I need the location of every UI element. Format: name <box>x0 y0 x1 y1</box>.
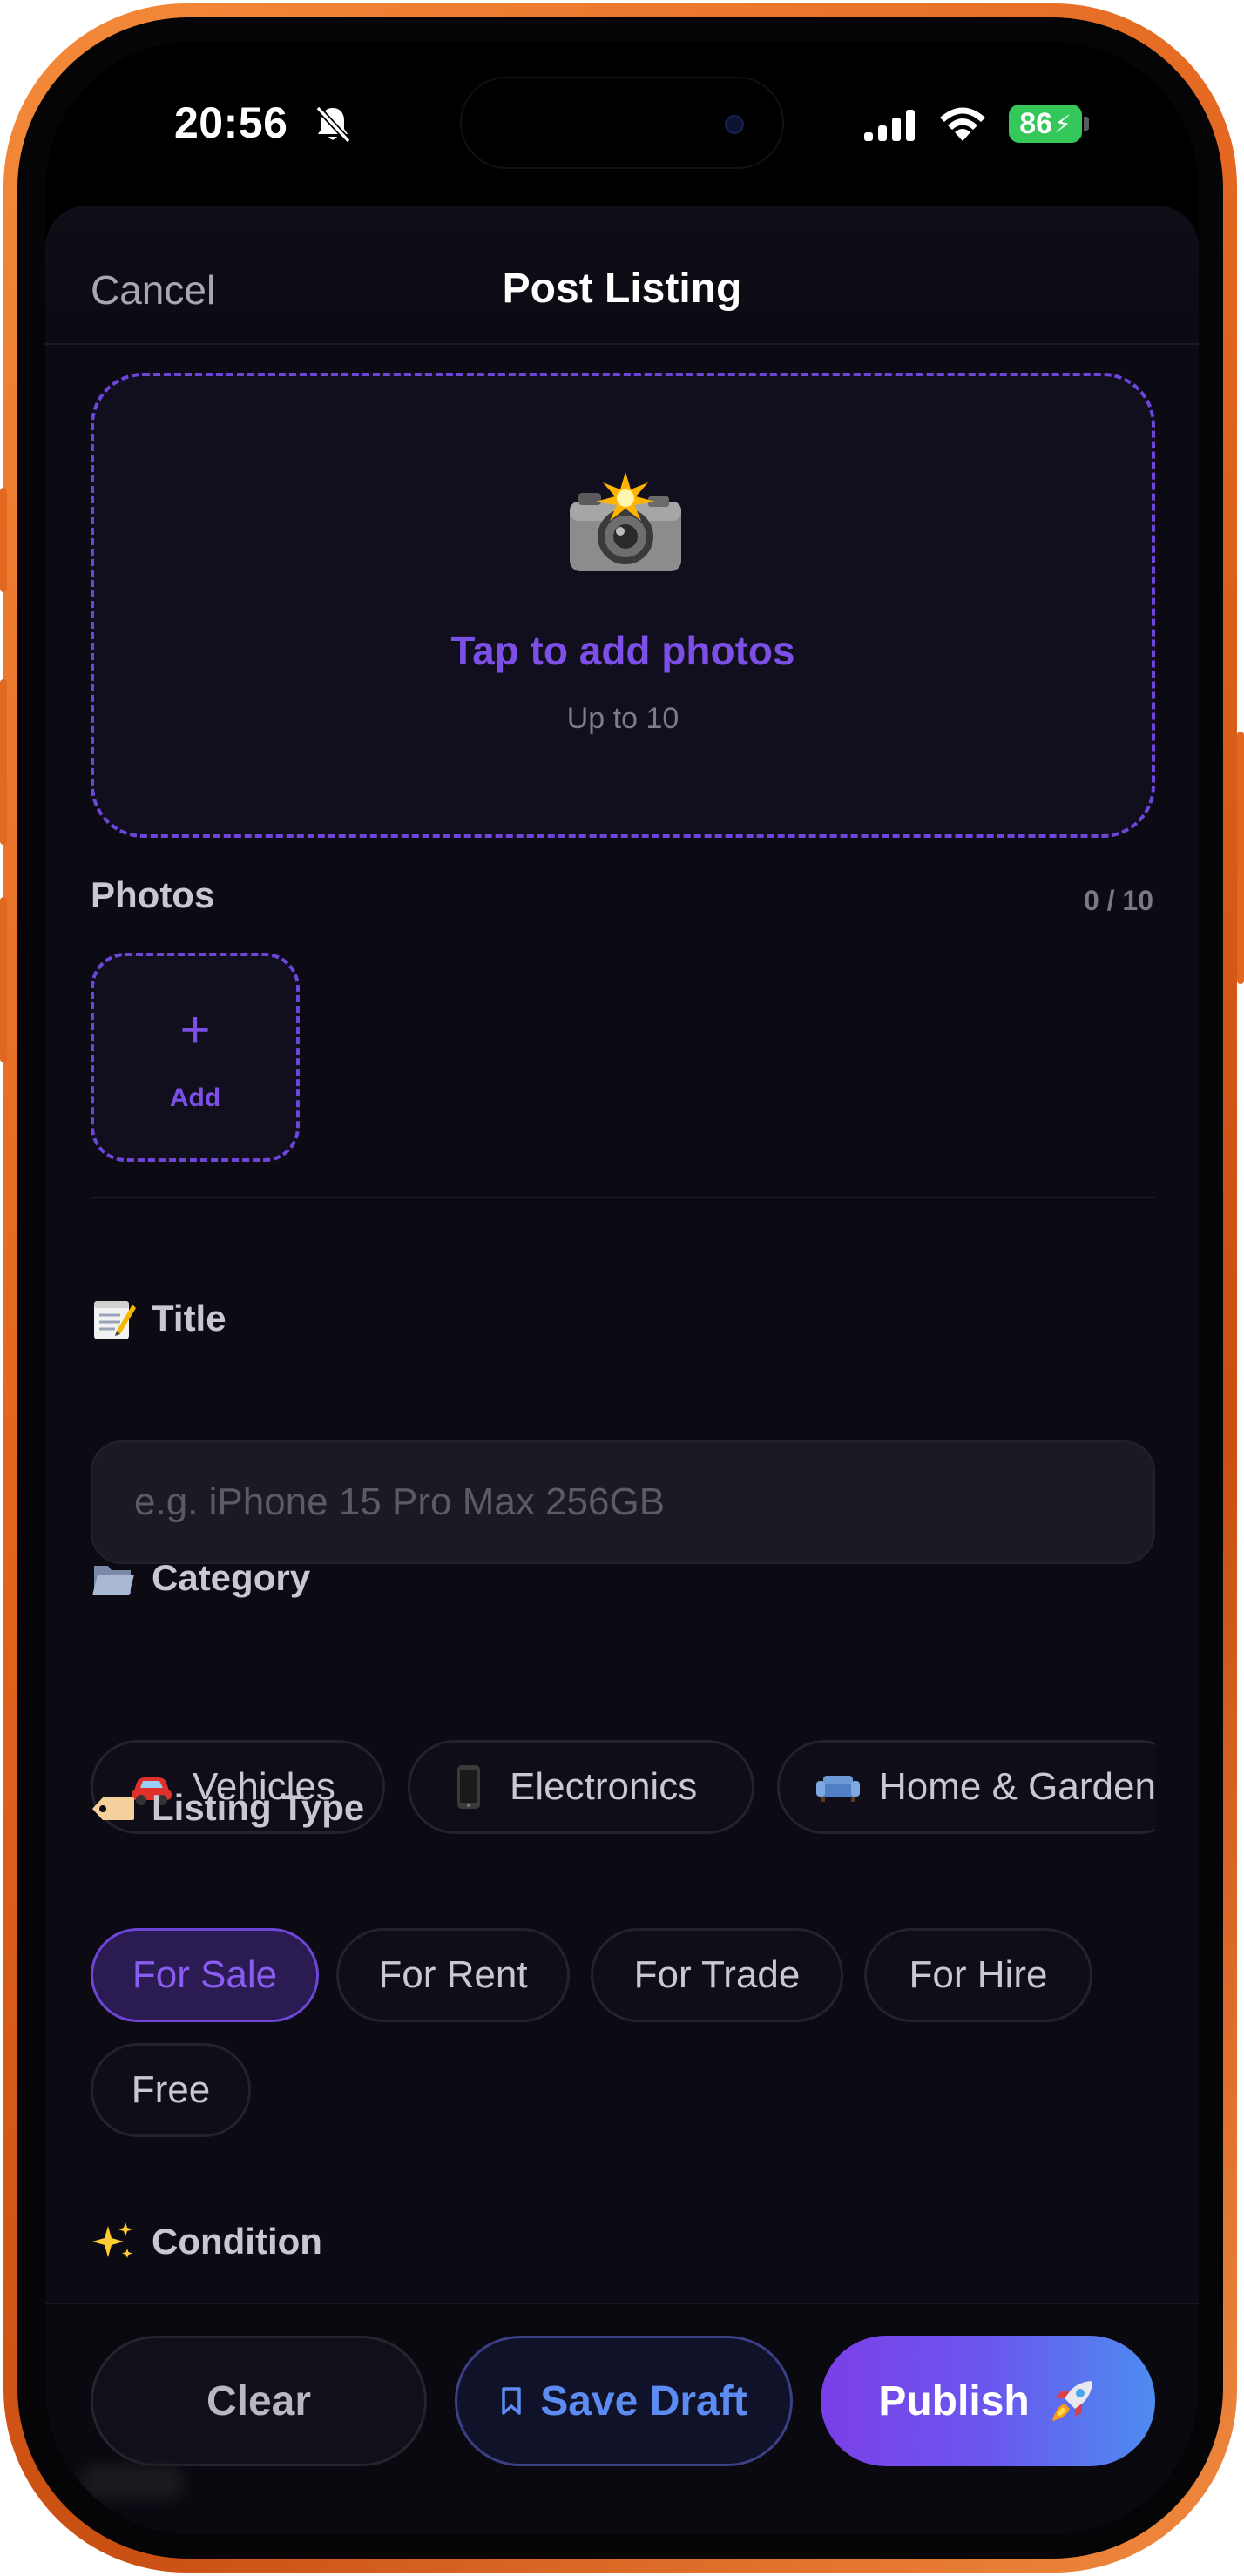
listing-type-for-trade[interactable]: For Trade <box>591 1928 843 2022</box>
category-label-row: Category <box>91 1552 310 1604</box>
listing-type-chip-label: For Sale <box>132 1953 278 1996</box>
sparkles-icon <box>92 2222 132 2258</box>
page-title: Post Listing <box>502 266 742 312</box>
wifi-icon <box>940 107 985 141</box>
listing-type-label-row: Listing Type <box>91 1782 364 1834</box>
blurred-content <box>80 2465 185 2499</box>
signal-icon <box>864 110 915 141</box>
title-input[interactable] <box>91 1440 1155 1564</box>
listing-type-free[interactable]: Free <box>91 2043 251 2137</box>
screen: 20:56 86 ⚡ Cancel Post Listing Tap to ad… <box>45 42 1199 2534</box>
category-chip-home-garden[interactable]: Home & Garden <box>777 1740 1155 1834</box>
listing-type-for-rent[interactable]: For Rent <box>336 1928 570 2022</box>
save-draft-button[interactable]: Save Draft <box>455 2336 793 2466</box>
publish-button[interactable]: Publish <box>821 2336 1155 2466</box>
tag-icon <box>92 1797 134 1820</box>
front-camera <box>725 115 744 134</box>
dynamic-island <box>460 77 784 169</box>
category-chip-label: Home & Garden <box>879 1765 1155 1808</box>
plus-icon: + <box>179 1001 211 1059</box>
add-photo-button[interactable]: + Add <box>91 953 300 1162</box>
condition-label-row: Condition <box>91 2215 322 2268</box>
camera-flash-icon <box>570 472 681 571</box>
photo-upload-zone[interactable]: Tap to add photos Up to 10 <box>91 373 1155 838</box>
listing-type-label: Listing Type <box>152 1787 365 1828</box>
category-chip-electronics[interactable]: Electronics <box>408 1740 754 1834</box>
listing-type-chip-label: For Rent <box>378 1953 528 1996</box>
volume-up-button <box>0 679 7 845</box>
upload-subtitle: Up to 10 <box>566 702 679 735</box>
photos-label: Photos <box>91 874 215 915</box>
listing-type-chip-label: Free <box>131 2068 211 2111</box>
category-label: Category <box>152 1557 311 1598</box>
battery-tip <box>1084 117 1089 131</box>
condition-label: Condition <box>152 2221 322 2262</box>
action-button <box>0 488 7 592</box>
phone-icon <box>457 1765 480 1809</box>
publish-label: Publish <box>878 2377 1030 2424</box>
bookmark-icon <box>502 2387 522 2415</box>
title-label: Title <box>152 1298 226 1339</box>
power-button <box>1237 732 1244 984</box>
title-label-row: Title <box>91 1292 226 1345</box>
bell-slash-icon <box>315 105 351 144</box>
listing-type-for-sale[interactable]: For Sale <box>91 1928 319 2022</box>
clear-button-label: Clear <box>206 2377 312 2424</box>
section-divider <box>91 1197 1155 1198</box>
listing-type-chip-label: For Hire <box>909 1953 1048 1996</box>
folder-icon <box>92 1566 134 1595</box>
battery-level: 86 <box>1019 106 1053 140</box>
upload-title: Tap to add photos <box>450 628 795 673</box>
add-photo-label: Add <box>169 1083 221 1112</box>
battery-icon: 86 ⚡ <box>1009 105 1082 143</box>
clear-button[interactable]: Clear <box>91 2336 427 2466</box>
save-draft-label: Save Draft <box>540 2377 747 2424</box>
listing-type-chip-label: For Trade <box>633 1953 801 1996</box>
volume-down-button <box>0 897 7 1062</box>
rocket-icon <box>1051 2381 1092 2421</box>
memo-icon <box>94 1301 136 1339</box>
bottom-action-bar: Clear Save Draft Publish <box>45 2303 1199 2534</box>
nav-divider <box>45 343 1199 345</box>
photos-count: 0 / 10 <box>1083 885 1153 916</box>
listing-type-for-hire[interactable]: For Hire <box>864 1928 1092 2022</box>
category-chip-label: Electronics <box>510 1765 698 1808</box>
couch-icon <box>816 1776 860 1802</box>
status-time: 20:56 <box>174 98 288 147</box>
